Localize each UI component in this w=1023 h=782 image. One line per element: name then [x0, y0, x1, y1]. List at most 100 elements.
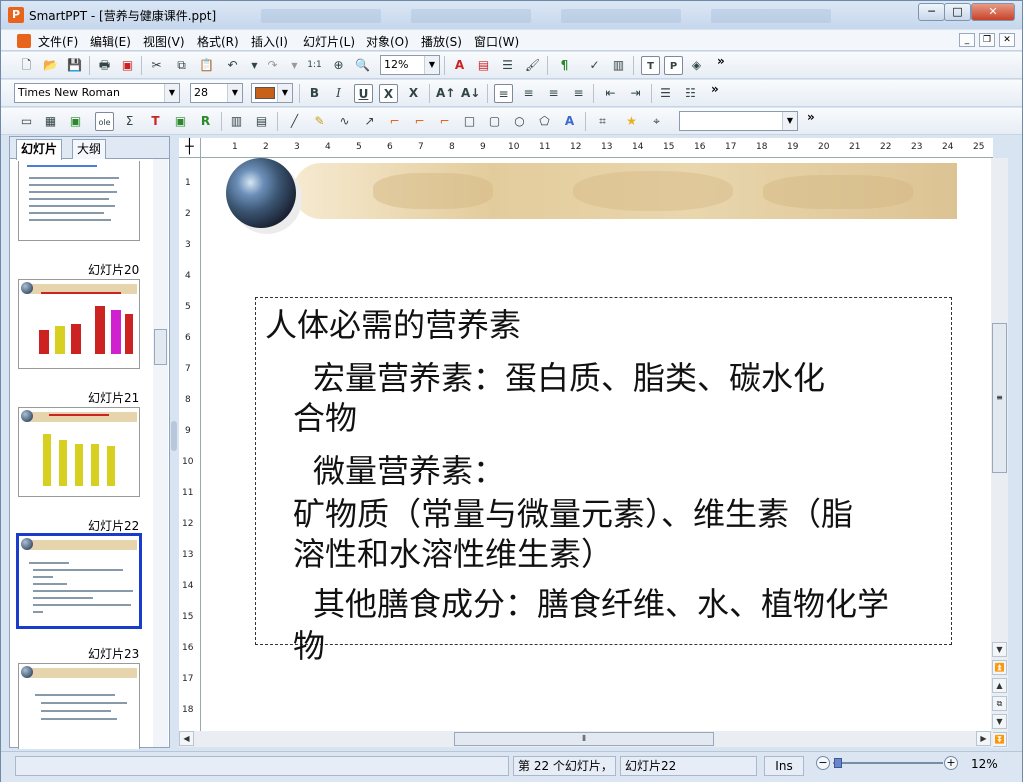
star-icon[interactable]: ★	[622, 112, 641, 131]
wordart-icon[interactable]: A	[560, 112, 579, 131]
connector-icon[interactable]: ⌐	[385, 112, 404, 131]
shrink-font-icon[interactable]: A↓	[461, 84, 480, 103]
align-center-icon[interactable]: ≡	[519, 84, 538, 103]
bullet-list-icon[interactable]: ☰	[656, 84, 675, 103]
insert-mode[interactable]: Ins	[764, 756, 804, 776]
tab-slides[interactable]: 幻灯片	[16, 139, 63, 160]
cut-icon[interactable]: ✂	[147, 56, 166, 75]
editor-horizontal-scrollbar[interactable]: ◀ ⦀ ▶	[179, 731, 993, 747]
menu-edit[interactable]: 编辑(E)	[90, 33, 131, 50]
next-slide-icon[interactable]: ▼	[992, 714, 1007, 729]
menu-file[interactable]: 文件(F)	[38, 33, 78, 50]
save-icon[interactable]: 💾	[65, 56, 84, 75]
curved-connector-icon[interactable]: ⌐	[435, 112, 454, 131]
fill-color-picker[interactable]: ▼	[251, 83, 293, 103]
slide-text-line[interactable]: 宏量营养素：蛋白质、脂类、碳水化	[313, 357, 825, 399]
grow-font-icon[interactable]: A↑	[436, 84, 455, 103]
slide-text-line[interactable]: 微量营养素：	[313, 450, 505, 492]
text-box-icon[interactable]: ▭	[17, 112, 36, 131]
slide-thumbnail-23[interactable]	[18, 663, 140, 749]
justify-icon[interactable]: ≡	[569, 84, 588, 103]
slide-thumbnail-20[interactable]	[18, 279, 140, 369]
ruler-origin-icon[interactable]: ┼	[179, 138, 201, 158]
zoom-slider-thumb[interactable]	[834, 758, 842, 768]
ellipse-icon[interactable]: ○	[510, 112, 529, 131]
previous-slide-icon[interactable]: ▲	[992, 678, 1007, 693]
italic-icon[interactable]: I	[329, 84, 348, 103]
close-button[interactable]: ✕	[971, 3, 1015, 21]
autoshape-icon[interactable]: ⬠	[535, 112, 554, 131]
outline-text-icon[interactable]: X	[379, 84, 398, 103]
zoom-out-button[interactable]: −	[816, 756, 830, 770]
zoom-in-icon[interactable]: ⊕	[329, 56, 348, 75]
scroll-left-icon[interactable]: ◀	[179, 731, 194, 746]
copy-icon[interactable]: ⧉	[172, 56, 191, 75]
minimize-button[interactable]: ─	[918, 3, 945, 21]
decrease-indent-icon[interactable]: ⇤	[601, 84, 620, 103]
rounded-rectangle-icon[interactable]: ▢	[485, 112, 504, 131]
zoom-icon[interactable]: 🔍	[353, 56, 372, 75]
mdi-restore-button[interactable]: ❐	[979, 33, 995, 47]
menu-view[interactable]: 视图(V)	[143, 33, 185, 50]
first-slide-icon[interactable]: ⏫	[992, 660, 1007, 675]
scroll-thumb[interactable]	[154, 329, 167, 365]
editor-vertical-scrollbar[interactable]: ≡ ▼ ⏫ ▲ ⧉ ▼ ⏬	[991, 158, 1008, 748]
paragraph-mark-icon[interactable]: ¶	[555, 56, 574, 75]
slide-editor[interactable]: 人体必需的营养素 宏量营养素：蛋白质、脂类、碳水化 合物 微量营养素： 矿物质（…	[201, 158, 993, 731]
presentation-icon[interactable]: P	[664, 56, 683, 75]
font-size-combo[interactable]: 28 ▼	[190, 83, 243, 103]
menu-insert[interactable]: 插入(I)	[251, 33, 288, 50]
pane-splitter-handle[interactable]	[171, 421, 177, 451]
smartppt-app-icon[interactable]: P	[8, 7, 24, 23]
slide-text-line[interactable]: 合物	[293, 397, 357, 439]
bold-icon[interactable]: B	[305, 84, 324, 103]
pdf-export-icon[interactable]: ▣	[118, 56, 137, 75]
slide-thumbnail-21[interactable]	[18, 407, 140, 497]
menu-window[interactable]: 窗口(W)	[474, 33, 519, 50]
document-icon[interactable]	[17, 34, 31, 48]
navigator-scrollbar[interactable]	[153, 159, 168, 747]
textart-icon[interactable]: T	[146, 112, 165, 131]
new-document-icon[interactable]: 🗋	[17, 56, 36, 75]
chevron-down-icon[interactable]: ▼	[227, 84, 242, 102]
zoom-in-button[interactable]: +	[944, 756, 958, 770]
format-painter-icon[interactable]: ▤	[474, 56, 493, 75]
chevron-down-icon[interactable]: ▼	[424, 56, 439, 74]
rectangle-icon[interactable]: □	[460, 112, 479, 131]
arrow-icon[interactable]: ↗	[360, 112, 379, 131]
strikethrough-icon[interactable]: X	[404, 84, 423, 103]
redo-dropdown-icon[interactable]: ▼	[285, 56, 304, 75]
print-icon[interactable]: 🖶	[95, 56, 114, 75]
more-toolbar-icon[interactable]: »	[711, 82, 719, 96]
menu-format[interactable]: 格式(R)	[197, 33, 239, 50]
open-folder-icon[interactable]: 📂	[41, 56, 60, 75]
font-family-combo[interactable]: Times New Roman ▼	[14, 83, 180, 103]
slide-text-line[interactable]: 溶性和水溶性维生素）	[293, 533, 613, 575]
formula-icon[interactable]: Σ	[120, 112, 139, 131]
actual-size-icon[interactable]: 1:1	[305, 56, 324, 75]
last-slide-icon[interactable]: ⏬	[992, 732, 1007, 747]
line-icon[interactable]: ╱	[285, 112, 304, 131]
paste-icon[interactable]: 📋	[197, 56, 216, 75]
zoom-slider-track[interactable]	[833, 762, 943, 764]
tab-outline[interactable]: 大纲	[72, 139, 107, 159]
slide-view-icon[interactable]: T	[641, 56, 660, 75]
mdi-minimize-button[interactable]: _	[959, 33, 975, 47]
slide-options-icon[interactable]: ⧉	[992, 696, 1007, 711]
more-toolbar-icon[interactable]: »	[807, 110, 815, 124]
scroll-thumb[interactable]: ≡	[992, 323, 1007, 473]
slide-text-line[interactable]: 其他膳食成分：膳食纤维、水、植物化学	[313, 583, 889, 625]
menu-play[interactable]: 播放(S)	[421, 33, 462, 50]
align-left-icon[interactable]: ≡	[494, 84, 513, 103]
shape-box-icon[interactable]: ▣	[171, 112, 190, 131]
menu-slide[interactable]: 幻灯片(L)	[303, 33, 355, 50]
redo-icon[interactable]: ↷	[263, 56, 282, 75]
align-right-icon[interactable]: ≡	[544, 84, 563, 103]
picture-icon[interactable]: ▣	[66, 112, 85, 131]
select-objects-icon[interactable]: ⌖	[647, 112, 666, 131]
pencil-icon[interactable]: ✎	[310, 112, 329, 131]
curve-icon[interactable]: ∿	[335, 112, 354, 131]
chevron-down-icon[interactable]: ▼	[277, 84, 292, 102]
underline-icon[interactable]: U	[354, 84, 373, 103]
object-combo[interactable]: ▼	[679, 111, 798, 131]
